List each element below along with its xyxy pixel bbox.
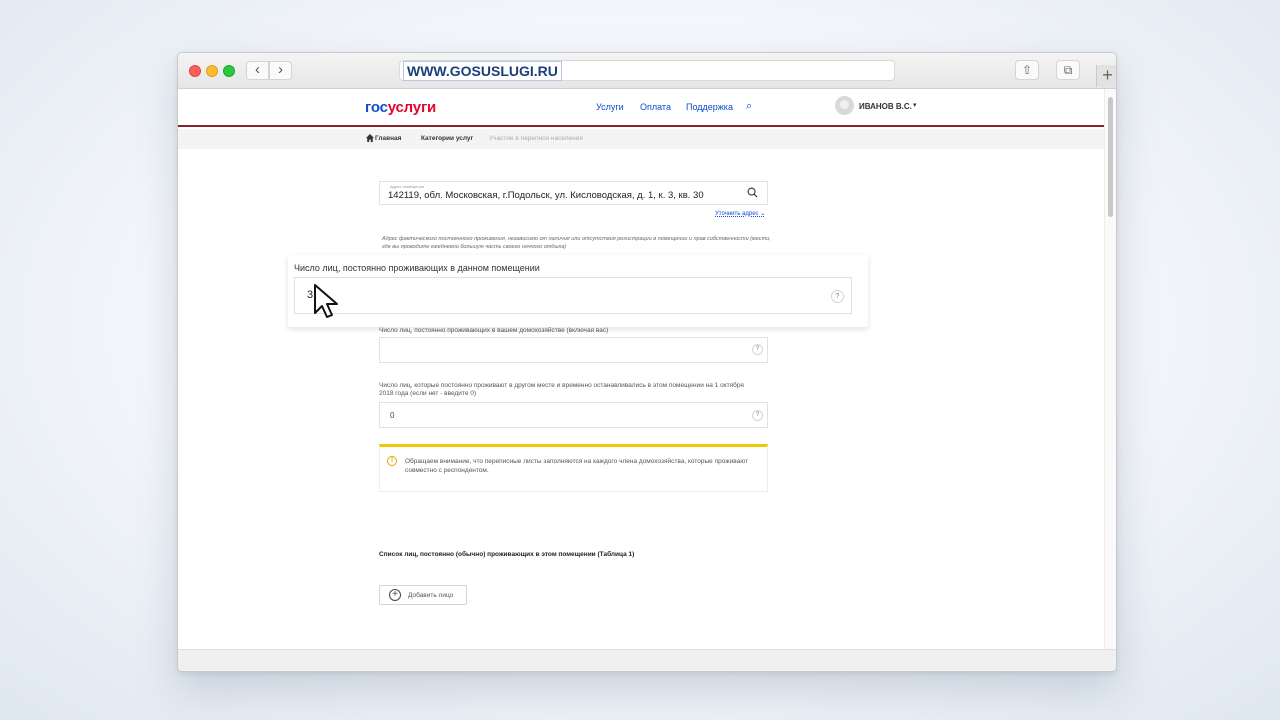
- browser-statusbar: [178, 649, 1116, 671]
- household-count-label: Число лиц, постоянно проживающих в вашем…: [379, 327, 609, 334]
- site-header: госуслуги Услуги Оплата Поддержка ⌕ ИВАН…: [178, 89, 1104, 127]
- residents-table-title: Список лиц, постоянно (обычно) проживающ…: [379, 551, 635, 558]
- add-person-label: Добавить лицо: [408, 592, 454, 599]
- logo-part-2: услуги: [387, 99, 437, 116]
- share-button[interactable]: ⇧: [1015, 60, 1039, 80]
- breadcrumb: Главная Категории услуг Участие в перепи…: [178, 129, 1104, 149]
- residents-count-zoomed-field: Число лиц, постоянно проживающих в данно…: [288, 255, 868, 327]
- nav-services[interactable]: Услуги: [596, 102, 624, 112]
- help-icon[interactable]: ?: [752, 344, 763, 355]
- nav-support[interactable]: Поддержка: [686, 102, 733, 112]
- notice-box: ! Обращаем внимание, что переписные лист…: [379, 444, 768, 492]
- search-icon[interactable]: [747, 187, 758, 198]
- address-field[interactable]: Адрес помещения 142119, обл. Московская,…: [379, 181, 768, 205]
- address-label: Адрес помещения: [390, 184, 425, 189]
- tabs-icon: ⧉: [1063, 63, 1073, 77]
- notice-text: Обращаем внимание, что переписные листы …: [405, 458, 748, 474]
- nav-payment[interactable]: Оплата: [640, 102, 671, 112]
- address-hint: Адрес фактического постоянного проживани…: [382, 236, 771, 250]
- temporary-count-value: 0: [390, 411, 395, 420]
- temporary-count-label: Число лиц, которые постоянно проживают в…: [379, 382, 744, 397]
- plus-circle-icon: +: [389, 589, 401, 601]
- page-viewport: госуслуги Услуги Оплата Поддержка ⌕ ИВАН…: [178, 89, 1104, 649]
- user-name[interactable]: ИВАНОВ В.С.: [859, 102, 912, 111]
- tabs-overview-button[interactable]: ⧉: [1056, 60, 1080, 80]
- site-logo[interactable]: госуслуги: [365, 99, 436, 116]
- close-window-button[interactable]: [189, 65, 201, 77]
- chevron-left-icon: ‹: [255, 61, 260, 78]
- url-text: WWW.GOSUSLUGI.RU: [403, 61, 562, 81]
- minimize-window-button[interactable]: [206, 65, 218, 77]
- chevron-right-icon: ›: [278, 61, 283, 78]
- browser-titlebar: ‹ › WWW.GOSUSLUGI.RU ⇧ ⧉ +: [178, 53, 1116, 89]
- search-icon[interactable]: ⌕: [746, 100, 752, 113]
- browser-window: ‹ › WWW.GOSUSLUGI.RU ⇧ ⧉ + госуслуги Усл…: [177, 52, 1117, 672]
- page-scrollbar[interactable]: [1104, 89, 1116, 649]
- address-bar[interactable]: WWW.GOSUSLUGI.RU: [399, 60, 895, 81]
- address-value: 142119, обл. Московская, г.Подольск, ул.…: [388, 190, 704, 201]
- plus-icon: +: [1102, 65, 1113, 85]
- scroll-thumb[interactable]: [1108, 97, 1113, 217]
- breadcrumb-current: Участие в переписи населения: [489, 135, 583, 142]
- clarify-address-link[interactable]: Уточнить адрес ⌄: [715, 210, 765, 217]
- warning-icon: !: [387, 456, 397, 466]
- household-count-input[interactable]: ?: [379, 337, 768, 363]
- share-icon: ⇧: [1021, 63, 1033, 77]
- breadcrumb-home[interactable]: Главная: [375, 135, 401, 142]
- logo-part-1: гос: [365, 99, 388, 116]
- chevron-down-icon[interactable]: ▾: [913, 101, 917, 109]
- back-button[interactable]: ‹: [246, 61, 269, 80]
- residents-count-input[interactable]: 3 ?: [294, 277, 852, 314]
- maximize-window-button[interactable]: [223, 65, 235, 77]
- new-tab-button[interactable]: +: [1096, 65, 1116, 87]
- forward-button[interactable]: ›: [269, 61, 292, 80]
- breadcrumb-categories[interactable]: Категории услуг: [421, 135, 473, 142]
- add-person-button[interactable]: + Добавить лицо: [379, 585, 467, 605]
- residents-count-label: Число лиц, постоянно проживающих в данно…: [294, 263, 540, 273]
- avatar[interactable]: [835, 96, 854, 115]
- mouse-pointer-icon: [314, 284, 338, 318]
- help-icon[interactable]: ?: [752, 410, 763, 421]
- temporary-count-input[interactable]: 0 ?: [379, 402, 768, 428]
- home-icon: [366, 134, 374, 142]
- help-icon[interactable]: ?: [831, 290, 844, 303]
